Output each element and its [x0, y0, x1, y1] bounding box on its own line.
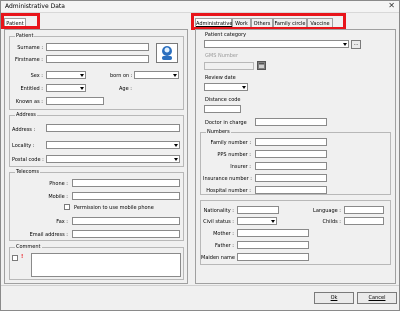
gms-number-field	[204, 62, 254, 70]
phone-label: Phone :	[49, 181, 68, 187]
firstname-label: Firstname :	[15, 57, 43, 63]
dialog-window: Administrative Data ✕ Patient Patient Su…	[0, 0, 400, 311]
title-bar: Administrative Data ✕	[1, 1, 399, 13]
mobile-field[interactable]	[72, 192, 180, 200]
email-label: Email address :	[29, 232, 68, 238]
patient-category-select[interactable]	[204, 40, 349, 48]
calendar-icon[interactable]	[257, 61, 266, 70]
comment-field[interactable]	[31, 253, 181, 277]
window-title: Administrative Data	[5, 3, 65, 10]
father-field[interactable]	[237, 241, 309, 249]
mobile-permission-checkbox[interactable]	[64, 204, 70, 210]
nationality-label: Nationality :	[203, 208, 234, 214]
review-date-select[interactable]	[204, 83, 248, 91]
insurance-number-label: Insurance number :	[203, 176, 252, 182]
address-group-title: Address	[15, 112, 37, 118]
insurer-label: Insurer :	[230, 164, 251, 170]
childs-field[interactable]	[344, 217, 384, 225]
nationality-field[interactable]	[237, 206, 279, 214]
age-label: Age :	[119, 86, 132, 92]
childs-label: Childs :	[322, 219, 342, 225]
ok-button[interactable]: Ok	[314, 292, 354, 304]
born-on-select[interactable]	[134, 71, 179, 79]
father-label: Father :	[214, 243, 234, 249]
maiden-name-field[interactable]	[237, 253, 309, 261]
locality-select[interactable]	[46, 141, 180, 149]
firstname-field[interactable]	[46, 55, 149, 63]
postal-code-label: Postal code :	[12, 157, 44, 163]
address-field[interactable]	[46, 124, 180, 132]
numbers-group-title: Numbers	[206, 129, 231, 135]
mother-field[interactable]	[237, 229, 309, 237]
review-date-label: Review date	[205, 75, 236, 81]
entitled-label: Entitled :	[20, 86, 43, 92]
civil-status-select[interactable]	[237, 217, 277, 225]
locality-label: Locality :	[12, 143, 35, 149]
highlight-right-tabs	[191, 13, 346, 30]
fax-field[interactable]	[72, 217, 180, 225]
patient-group-title: Patient	[15, 33, 35, 39]
mother-label: Mother :	[213, 231, 234, 237]
insurance-number-field[interactable]	[255, 174, 327, 182]
language-field[interactable]	[344, 206, 384, 214]
pps-number-field[interactable]	[255, 150, 327, 158]
patient-category-label: Patient category	[205, 32, 247, 38]
known-as-field[interactable]	[46, 97, 104, 105]
civil-status-label: Civil status :	[203, 219, 234, 225]
doctor-in-charge-label: Doctor in charge	[205, 120, 247, 126]
sex-select[interactable]	[46, 71, 86, 79]
distance-code-field[interactable]	[204, 105, 241, 113]
footer-divider	[1, 285, 399, 286]
maiden-name-label: Maiden name :	[201, 255, 239, 261]
mobile-permission-label: Permission to use mobile phone	[74, 205, 154, 211]
doctor-in-charge-field[interactable]	[255, 118, 327, 126]
pps-number-label: PPS number :	[217, 152, 251, 158]
comment-checkbox[interactable]	[12, 255, 18, 261]
fax-label: Fax :	[56, 219, 68, 225]
surname-label: Surname :	[17, 45, 43, 51]
close-icon[interactable]: ✕	[388, 2, 395, 10]
mobile-label: Mobile :	[48, 194, 68, 200]
born-on-label: born on :	[110, 73, 133, 79]
cancel-button[interactable]: Cancel	[357, 292, 397, 304]
patient-category-browse-button[interactable]: ...	[351, 40, 361, 49]
family-number-label: Family number :	[210, 140, 251, 146]
family-number-field[interactable]	[255, 138, 327, 146]
highlight-left-tab	[1, 13, 40, 29]
entitled-select[interactable]	[46, 84, 86, 92]
comment-alert-icon: !	[21, 254, 24, 260]
hospital-number-field[interactable]	[255, 186, 327, 194]
insurer-field[interactable]	[255, 162, 327, 170]
gms-number-label: GMS Number	[205, 53, 239, 59]
postal-code-select[interactable]	[46, 155, 180, 163]
telecoms-group-title: Telecoms	[15, 169, 41, 175]
distance-code-label: Distance code	[205, 97, 241, 103]
sex-label: Sex :	[30, 73, 43, 79]
language-label: Language :	[313, 208, 341, 214]
known-as-label: Known as :	[15, 99, 43, 105]
surname-field[interactable]	[46, 43, 149, 51]
address-label: Address :	[12, 127, 36, 133]
email-field[interactable]	[72, 230, 180, 238]
person-photo-icon[interactable]	[156, 43, 178, 63]
phone-field[interactable]	[72, 179, 180, 187]
comment-group-title: Comment	[15, 244, 42, 250]
hospital-number-label: Hospital number :	[206, 188, 251, 194]
